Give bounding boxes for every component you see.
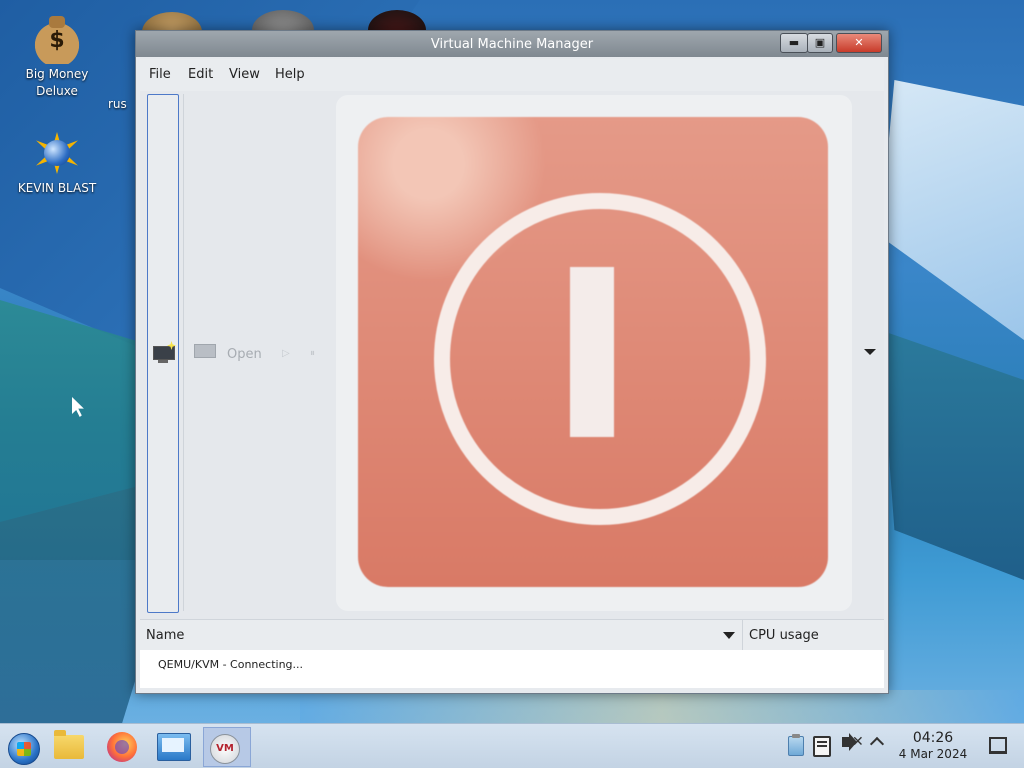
menu-file[interactable]: File <box>149 67 171 82</box>
start-orb-icon <box>8 733 40 765</box>
window-title: Virtual Machine Manager <box>430 37 594 52</box>
sort-descending-icon[interactable] <box>723 632 735 639</box>
column-divider <box>742 620 743 650</box>
column-header-name[interactable]: Name <box>146 628 184 643</box>
menu-bar: File Edit View Help <box>140 59 884 91</box>
clipboard-board-icon[interactable] <box>813 736 831 757</box>
firefox-icon <box>107 732 137 762</box>
toolbar: Open ▷ ⏸ <box>140 91 884 619</box>
desktop-icon-label: KEVIN BLAST <box>17 181 97 195</box>
desktop-icon-label: Big Money <box>25 67 89 81</box>
desktop-icon-partial[interactable]: rus <box>108 96 138 113</box>
maximize-button[interactable]: ▣ <box>807 33 833 53</box>
column-header-cpu-usage[interactable]: CPU usage <box>749 628 819 643</box>
run-button[interactable]: ▷ <box>282 348 290 359</box>
desktop-icon-kevin-blast[interactable]: KEVIN BLAST <box>12 128 102 197</box>
power-overlay <box>336 95 852 611</box>
start-button[interactable] <box>2 727 42 765</box>
desktop-icon-label: rus <box>108 97 127 111</box>
wallpaper-shape <box>880 330 1024 580</box>
monitor-icon <box>194 344 216 360</box>
clipboard-icon[interactable] <box>788 734 804 756</box>
menu-help[interactable]: Help <box>275 67 305 82</box>
file-manager-icon <box>54 730 84 759</box>
vm-list-header: Name CPU usage <box>140 619 884 651</box>
close-button[interactable]: ✕ <box>836 33 882 53</box>
new-vm-monitor-icon <box>152 341 176 363</box>
toolbar-separator <box>183 94 184 611</box>
taskbar-firefox[interactable] <box>100 727 140 765</box>
taskbar-virt-manager[interactable]: VM <box>203 727 251 767</box>
money-bag-icon: $ <box>32 14 82 64</box>
clock-date[interactable]: 4 Mar 2024 <box>893 747 973 761</box>
window-titlebar[interactable]: Virtual Machine Manager ▬ ▣ ✕ <box>136 31 888 57</box>
desktop-icon-label: Deluxe <box>36 84 78 98</box>
menu-view[interactable]: View <box>229 67 260 82</box>
new-vm-button[interactable] <box>147 94 179 613</box>
vm-list: QEMU/KVM - Connecting... <box>140 650 884 688</box>
pause-button[interactable]: ⏸ <box>310 348 315 359</box>
sun-globe-icon <box>32 128 82 178</box>
shutdown-dropdown-icon[interactable] <box>864 349 876 355</box>
taskbar-remote-desktop[interactable] <box>152 727 192 765</box>
volume-muted-icon[interactable] <box>842 737 850 747</box>
wallpaper-shape <box>880 80 1024 340</box>
mute-cross-icon: ✕ <box>852 734 864 750</box>
power-icon <box>358 117 828 587</box>
clock-time[interactable]: 04:26 <box>897 730 969 746</box>
desktop-icon-big-money-deluxe[interactable]: $ Big Money Deluxe <box>12 14 102 100</box>
minimize-button[interactable]: ▬ <box>780 33 808 53</box>
virt-manager-icon: VM <box>210 734 240 764</box>
remote-desktop-icon <box>157 733 191 761</box>
mouse-cursor-icon <box>72 397 84 417</box>
list-item[interactable]: QEMU/KVM - Connecting... <box>158 658 303 671</box>
taskbar-file-manager[interactable] <box>48 727 88 765</box>
show-desktop-icon[interactable] <box>989 737 1007 754</box>
tray-expand-icon[interactable] <box>869 736 885 752</box>
virt-manager-window: Virtual Machine Manager ▬ ▣ ✕ File Edit … <box>135 30 889 694</box>
taskbar: VM ✕ 04:26 4 Mar 2024 <box>0 723 1024 768</box>
open-button[interactable]: Open <box>227 347 262 362</box>
menu-edit[interactable]: Edit <box>188 67 213 82</box>
